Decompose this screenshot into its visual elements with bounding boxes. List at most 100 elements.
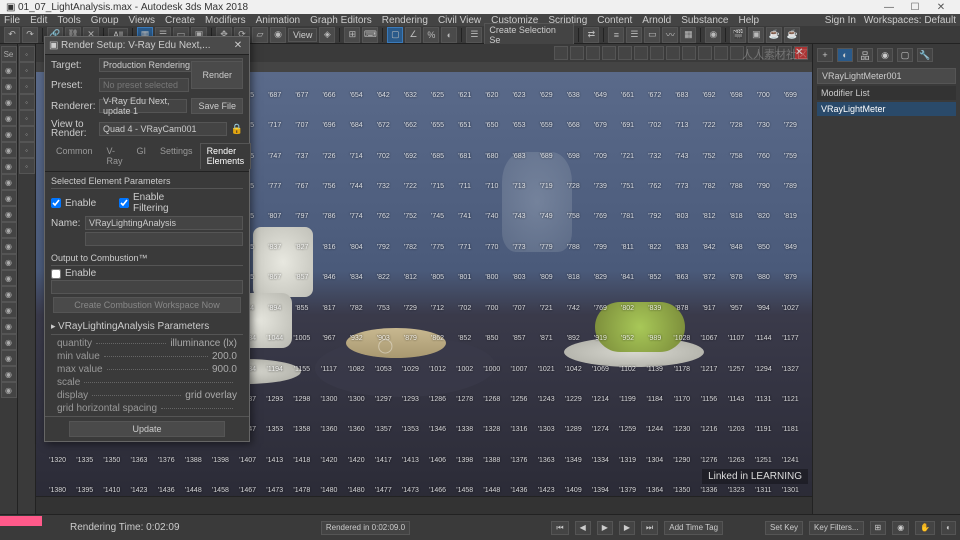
vp-area-icon[interactable] — [554, 46, 568, 60]
mirror-icon[interactable]: ⇄ — [583, 27, 599, 43]
manipulate-icon[interactable]: ⊞ — [344, 27, 360, 43]
update-button[interactable]: Update — [69, 421, 226, 437]
menu-file[interactable]: File — [4, 15, 20, 26]
tab-display-icon[interactable]: ▢ — [897, 48, 913, 62]
window-close[interactable]: ✕ — [928, 2, 954, 13]
render-iterate-icon[interactable]: ☕ — [784, 27, 800, 43]
curve-editor-icon[interactable]: 〰 — [662, 27, 678, 43]
menu-animation[interactable]: Animation — [256, 15, 300, 26]
rs-preset-dropdown[interactable]: No preset selected — [99, 78, 189, 92]
ltool-icon[interactable]: ◉ — [1, 270, 17, 286]
menu-group[interactable]: Group — [91, 15, 119, 26]
combustion-path-input[interactable] — [51, 280, 243, 294]
tab-utilities-icon[interactable]: 🔧 — [917, 48, 933, 62]
spinner-snap-icon[interactable]: ◐ — [441, 27, 457, 43]
window-minimize[interactable]: — — [876, 2, 902, 13]
playback-prev-icon[interactable]: ⏮ — [551, 521, 568, 535]
rs-view-dropdown[interactable]: Quad 4 - VRayCam001 — [99, 122, 227, 136]
percent-snap-icon[interactable]: % — [423, 27, 439, 43]
keyboard-icon[interactable]: ⌨ — [362, 27, 378, 43]
ltool2-icon[interactable]: ◦ — [19, 110, 35, 126]
param-row[interactable]: displaygrid overlay — [51, 389, 243, 402]
tab-render-elements[interactable]: Render Elements — [200, 143, 252, 169]
lock-icon[interactable]: 🔒 — [231, 124, 243, 135]
signin-link[interactable]: Sign In — [825, 15, 856, 26]
render-button[interactable]: Render — [191, 61, 243, 89]
object-name-field[interactable]: VRayLightMeter001 — [817, 68, 956, 84]
rs-close-icon[interactable]: ✕ — [231, 40, 245, 51]
key-filters-button[interactable]: Key Filters... — [809, 521, 863, 535]
enable-checkbox[interactable]: Enable — [51, 198, 95, 209]
ltool-icon[interactable]: ◉ — [1, 190, 17, 206]
modifier-item[interactable]: VRayLightMeter — [817, 102, 956, 116]
element-path-input[interactable] — [85, 232, 243, 246]
ltool2-icon[interactable]: ◦ — [19, 62, 35, 78]
scale-icon[interactable]: ▱ — [252, 27, 268, 43]
ltool2-icon[interactable]: ◦ — [19, 94, 35, 110]
ribbon-icon[interactable]: ▭ — [644, 27, 660, 43]
ltool-icon[interactable]: ◉ — [1, 318, 17, 334]
param-row[interactable]: min value200.0 — [51, 350, 243, 363]
tab-motion-icon[interactable]: ◉ — [877, 48, 893, 62]
vp-clear-icon[interactable] — [618, 46, 632, 60]
ltool2-icon[interactable]: ◦ — [19, 158, 35, 174]
undo-icon[interactable]: ↶ — [4, 27, 20, 43]
ltool-icon[interactable]: ◉ — [1, 238, 17, 254]
named-selection-icon[interactable]: ☰ — [466, 27, 482, 43]
vp-icon[interactable] — [682, 46, 696, 60]
menu-content[interactable]: Content — [597, 15, 632, 26]
ltool-icon[interactable]: ◉ — [1, 254, 17, 270]
material-editor-icon[interactable]: ◉ — [705, 27, 721, 43]
render-production-icon[interactable]: ☕ — [766, 27, 782, 43]
menu-views[interactable]: Views — [129, 15, 156, 26]
ltool-icon[interactable]: ◉ — [1, 366, 17, 382]
tab-vray[interactable]: V-Ray — [100, 143, 130, 169]
tab-hierarchy-icon[interactable]: 品 — [857, 48, 873, 62]
create-workspace-button[interactable]: Create Combustion Workspace Now — [53, 297, 241, 313]
redo-icon[interactable]: ↷ — [22, 27, 38, 43]
pivot-icon[interactable]: ◈ — [319, 27, 335, 43]
param-row[interactable]: quantityilluminance (lx) — [51, 337, 243, 350]
playback-play-icon[interactable]: ▶ — [597, 521, 613, 535]
ltool-icon[interactable]: ◉ — [1, 158, 17, 174]
maxscript-listener[interactable] — [0, 516, 42, 526]
render-setup-icon[interactable]: 🎬 — [730, 27, 746, 43]
rs-renderer-dropdown[interactable]: V-Ray Edu Next, update 1 — [99, 99, 187, 113]
render-setup-titlebar[interactable]: ▣ Render Setup: V-Ray Edu Next,... ✕ — [45, 37, 249, 55]
vp-rgb-icon[interactable] — [570, 46, 584, 60]
ltool-icon[interactable]: ◉ — [1, 126, 17, 142]
align-icon[interactable]: ≡ — [608, 27, 624, 43]
menu-rendering[interactable]: Rendering — [382, 15, 428, 26]
param-row[interactable]: max value900.0 — [51, 363, 243, 376]
vp-mono-icon[interactable] — [602, 46, 616, 60]
schematic-icon[interactable]: ▦ — [680, 27, 696, 43]
ltool2-icon[interactable]: ◦ — [19, 46, 35, 62]
timeline[interactable] — [36, 496, 812, 514]
nav-icon[interactable]: ⊞ — [870, 521, 887, 535]
placement-icon[interactable]: ◉ — [270, 27, 286, 43]
output-enable-checkbox[interactable]: Enable — [51, 268, 243, 279]
playback-next-icon[interactable]: ⏭ — [641, 521, 658, 535]
ltool-icon[interactable]: ◉ — [1, 222, 17, 238]
ltool-icon[interactable]: ◉ — [1, 62, 17, 78]
rs-section-params[interactable]: ▸ VRayLightingAnalysis Parameters — [51, 319, 243, 335]
menu-create[interactable]: Create — [165, 15, 195, 26]
ltool-icon[interactable]: ◉ — [1, 94, 17, 110]
vp-icon[interactable] — [698, 46, 712, 60]
menu-help[interactable]: Help — [738, 15, 759, 26]
param-row[interactable]: scale — [51, 376, 243, 389]
angle-snap-icon[interactable]: ∠ — [405, 27, 421, 43]
tab-settings[interactable]: Settings — [153, 143, 200, 169]
ltool2-icon[interactable]: ◦ — [19, 142, 35, 158]
rendered-frame-icon[interactable]: ▣ — [748, 27, 764, 43]
vp-alpha-icon[interactable] — [586, 46, 600, 60]
menu-arnold[interactable]: Arnold — [642, 15, 671, 26]
ltool-icon[interactable]: ◉ — [1, 206, 17, 222]
ltool-icon[interactable]: ◉ — [1, 334, 17, 350]
ltool-icon[interactable]: ◉ — [1, 174, 17, 190]
ltool2-icon[interactable]: ◦ — [19, 126, 35, 142]
select-tool-icon[interactable]: Se — [1, 46, 17, 62]
menu-grapheditors[interactable]: Graph Editors — [310, 15, 372, 26]
tab-common[interactable]: Common — [49, 143, 100, 169]
vp-copy-icon[interactable] — [666, 46, 680, 60]
